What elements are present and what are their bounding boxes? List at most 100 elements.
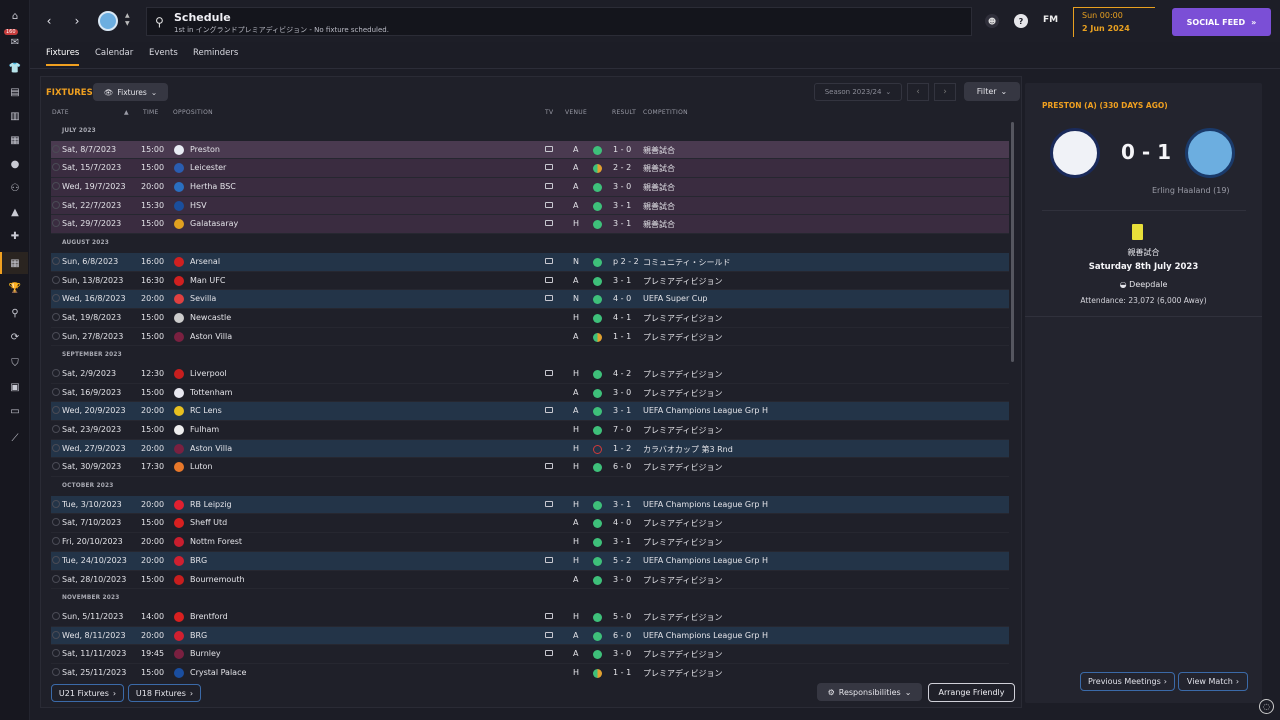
fixture-row[interactable]: Sat, 25/11/2023 15:00 Crystal Palace H 1 - 1… — [51, 664, 1009, 680]
row-select-icon[interactable] — [52, 499, 60, 508]
fixture-result[interactable]: 7 - 0 — [613, 425, 631, 434]
fixture-opposition[interactable]: Newcastle — [190, 313, 231, 322]
breadcrumb[interactable]: ⚲ Schedule 1st in イングランドプレミアディビジョン - No … — [146, 7, 972, 36]
chat-icon[interactable]: ◌ — [1259, 699, 1274, 714]
training-icon[interactable]: ▦ — [7, 132, 23, 148]
row-select-icon[interactable] — [52, 331, 60, 340]
fixture-opposition[interactable]: Luton — [190, 462, 213, 471]
fixture-opposition[interactable]: Aston Villa — [190, 332, 232, 341]
row-select-icon[interactable] — [52, 574, 60, 583]
fm-menu[interactable]: FM — [1043, 15, 1058, 25]
row-select-icon[interactable] — [52, 518, 60, 527]
filter-button[interactable]: Filter ⌄ — [964, 82, 1020, 101]
fixture-opposition[interactable]: RB Leipzig — [190, 500, 232, 509]
next-season-button[interactable]: › — [934, 83, 956, 101]
fixture-row[interactable]: Wed, 20/9/2023 20:00 RC Lens A 3 - 1 UEFA Cha… — [51, 402, 1009, 421]
fixture-result[interactable]: 4 - 1 — [613, 313, 631, 322]
row-select-icon[interactable] — [52, 537, 60, 546]
club-crest[interactable] — [98, 11, 118, 31]
fixture-row[interactable]: Sun, 27/8/2023 15:00 Aston Villa A 1 - 1 プレミア… — [51, 328, 1009, 347]
fixture-opposition[interactable]: RC Lens — [190, 406, 222, 415]
fixture-result[interactable]: 6 - 0 — [613, 462, 631, 471]
fixture-row[interactable]: Sat, 19/8/2023 15:00 Newcastle H 4 - 1 プレミアディ… — [51, 309, 1009, 328]
prev-season-button[interactable]: ‹ — [907, 83, 929, 101]
row-select-icon[interactable] — [52, 275, 60, 284]
fixture-opposition[interactable]: Brentford — [190, 612, 228, 621]
previous-meetings-button[interactable]: Previous Meetings › — [1080, 672, 1175, 691]
fixture-result[interactable]: 3 - 1 — [613, 500, 631, 509]
fixture-opposition[interactable]: Crystal Palace — [190, 668, 246, 677]
club-switcher-icon[interactable]: ▲ ▼ — [125, 12, 130, 28]
row-select-icon[interactable] — [52, 256, 60, 265]
fixture-opposition[interactable]: Aston Villa — [190, 444, 232, 453]
u18-fixtures-button[interactable]: U18 Fixtures › — [128, 684, 201, 702]
fixture-result[interactable]: 4 - 0 — [613, 518, 631, 527]
search-icon[interactable]: ⚲ — [7, 305, 23, 321]
transfers-icon[interactable]: ⟳ — [7, 329, 23, 345]
back-button[interactable]: ‹ — [42, 12, 56, 30]
dev-icon[interactable]: ▭ — [7, 403, 23, 419]
fixture-result[interactable]: 3 - 0 — [613, 182, 631, 191]
fixture-opposition[interactable]: BRG — [190, 556, 207, 565]
row-select-icon[interactable] — [52, 200, 60, 209]
season-select[interactable]: Season 2023/24 ⌄ — [814, 83, 902, 101]
fixture-opposition[interactable]: Sevilla — [190, 294, 216, 303]
fixture-row[interactable]: Sun, 13/8/2023 16:30 Man UFC A 3 - 1 プレミアディビジ… — [51, 272, 1009, 291]
fixture-result[interactable]: p 2 - 2 — [613, 257, 639, 266]
club-vision-icon[interactable]: ⛉ — [7, 355, 23, 371]
fixture-row[interactable]: Sun, 6/8/2023 16:00 Arsenal Np 2 - 2 コミュニティ・… — [51, 252, 1009, 272]
goal-scorer[interactable]: Erling Haaland (19) — [1152, 186, 1230, 195]
man-city-crest[interactable] — [1185, 128, 1235, 178]
fixture-result[interactable]: 1 - 1 — [613, 668, 631, 677]
row-select-icon[interactable] — [52, 219, 60, 228]
staff-icon[interactable]: ▥ — [7, 108, 23, 124]
fixture-result[interactable]: 5 - 0 — [613, 612, 631, 621]
mood-icon[interactable]: ☻ — [985, 14, 999, 28]
forward-button[interactable]: › — [70, 12, 84, 30]
fixture-result[interactable]: 3 - 1 — [613, 537, 631, 546]
scrollbar[interactable] — [1011, 122, 1014, 362]
fixture-opposition[interactable]: HSV — [190, 201, 207, 210]
row-select-icon[interactable] — [52, 555, 60, 564]
dev-centre-icon[interactable]: ✚ — [7, 228, 23, 244]
fixture-row[interactable]: Sat, 23/9/2023 15:00 Fulham H 7 - 0 プレミアディビジョ… — [51, 421, 1009, 440]
fixture-opposition[interactable]: Arsenal — [190, 257, 220, 266]
fixture-row[interactable]: Sat, 2/9/2023 12:30 Liverpool H 4 - 2 プレミアディビ… — [51, 365, 1009, 384]
fixture-opposition[interactable]: Nottm Forest — [190, 537, 242, 546]
fixture-result[interactable]: 5 - 2 — [613, 556, 631, 565]
tab-fixtures[interactable]: Fixtures — [46, 48, 80, 66]
arrange-friendly-button[interactable]: Arrange Friendly — [928, 683, 1015, 702]
row-select-icon[interactable] — [52, 406, 60, 415]
squad-icon[interactable]: 👕 — [7, 60, 23, 76]
row-select-icon[interactable] — [52, 163, 60, 172]
competitions-icon[interactable]: 🏆 — [7, 280, 23, 296]
social-feed-button[interactable]: SOCIAL FEED » — [1172, 8, 1271, 36]
preston-crest[interactable] — [1050, 128, 1100, 178]
fixture-result[interactable]: 1 - 2 — [613, 444, 631, 453]
schedule-icon[interactable]: ▦ — [0, 252, 28, 274]
view-match-button[interactable]: View Match › — [1178, 672, 1248, 691]
u21-fixtures-button[interactable]: U21 Fixtures › — [51, 684, 124, 702]
fixture-opposition[interactable]: Man UFC — [190, 276, 225, 285]
fixture-result[interactable]: 3 - 1 — [613, 219, 631, 228]
fixtures-dropdown[interactable]: 👁 Fixtures ⌄ — [93, 83, 168, 101]
scouting-icon[interactable]: ▲ — [7, 204, 23, 220]
fixture-result[interactable]: 3 - 1 — [613, 201, 631, 210]
match-score[interactable]: 0 - 1 — [1121, 140, 1171, 164]
fixture-row[interactable]: Sat, 22/7/2023 15:30 HSV A 3 - 1 親善試合 — [51, 196, 1009, 216]
fixture-row[interactable]: Sat, 28/10/2023 15:00 Bournemouth A 3 - 0 プレミ… — [51, 571, 1009, 590]
fixture-opposition[interactable]: Preston — [190, 145, 220, 154]
tab-reminders[interactable]: Reminders — [193, 48, 238, 58]
fixture-opposition[interactable]: Fulham — [190, 425, 219, 434]
fixture-result[interactable]: 6 - 0 — [613, 631, 631, 640]
row-select-icon[interactable] — [52, 649, 60, 658]
fixture-result[interactable]: 1 - 0 — [613, 145, 631, 154]
tactics-icon[interactable]: ▤ — [7, 84, 23, 100]
fixture-result[interactable]: 3 - 0 — [613, 575, 631, 584]
fixture-result[interactable]: 4 - 2 — [613, 369, 631, 378]
fixture-opposition[interactable]: Galatasaray — [190, 219, 238, 228]
col-opposition[interactable]: OPPOSITION — [173, 109, 213, 116]
fixture-row[interactable]: Wed, 27/9/2023 20:00 Aston Villa H 1 - 2 カラバオ… — [51, 439, 1009, 459]
tab-calendar[interactable]: Calendar — [95, 48, 133, 58]
fixture-row[interactable]: Sat, 11/11/2023 19:45 Burnley A 3 - 0 プレミアディビ… — [51, 645, 1009, 664]
